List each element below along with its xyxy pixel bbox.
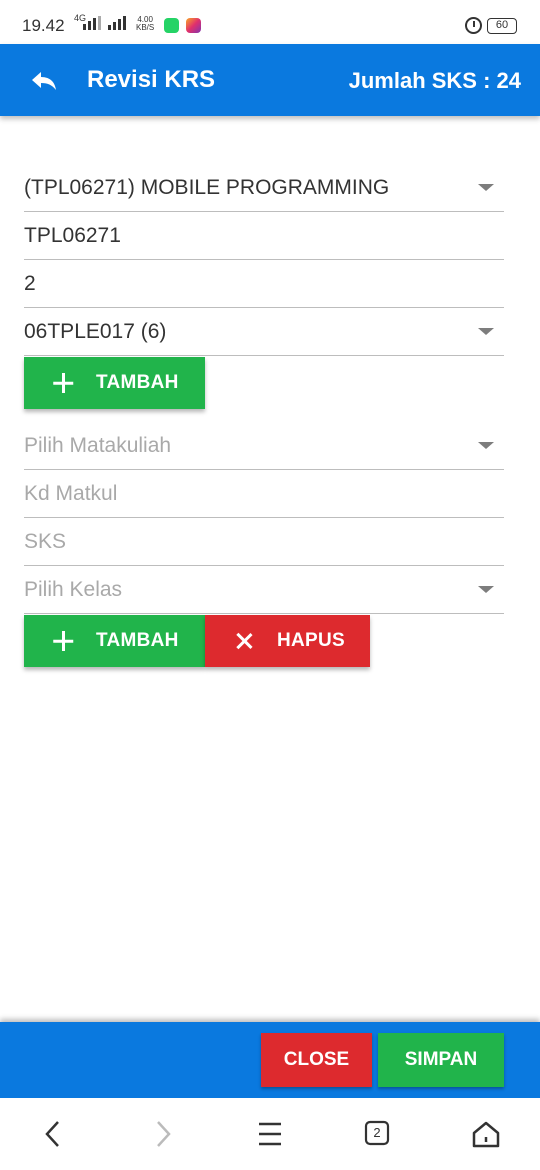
signal-icon-2 <box>108 16 126 30</box>
plus-icon <box>52 630 74 652</box>
course-placeholder: Pilih Matakuliah <box>24 434 172 457</box>
close-icon <box>233 630 255 652</box>
sks-field-empty[interactable]: SKS <box>24 518 504 566</box>
dropdown-arrow-icon <box>478 586 494 593</box>
status-bar: 19.42 4G 4.00 KB/S 60 <box>0 0 540 44</box>
sks-field[interactable]: 2 <box>24 260 504 308</box>
signal-icon <box>83 16 101 30</box>
back-button[interactable] <box>28 64 60 96</box>
menu-icon[interactable] <box>252 1116 288 1152</box>
plus-icon <box>52 372 74 394</box>
home-icon[interactable] <box>468 1116 504 1152</box>
course-select[interactable]: (TPL06271) MOBILE PROGRAMMING <box>24 164 504 212</box>
course-code-field-empty[interactable]: Kd Matkul <box>24 470 504 518</box>
tab-count: 2 <box>373 1125 381 1140</box>
close-button[interactable]: CLOSE <box>261 1033 372 1087</box>
dropdown-arrow-icon <box>478 184 494 191</box>
add-button[interactable]: TAMBAH <box>24 357 205 409</box>
navigation-bar: 2 <box>0 1098 540 1170</box>
delete-button[interactable]: HAPUS <box>205 615 370 667</box>
code-placeholder: Kd Matkul <box>24 482 118 505</box>
dropdown-arrow-icon <box>478 328 494 335</box>
network-speed: 4.00 KB/S <box>136 15 155 32</box>
whatsapp-icon <box>164 18 179 33</box>
add-button-2[interactable]: TAMBAH <box>24 615 205 667</box>
dialog-action-bar: CLOSE SIMPAN <box>0 1022 540 1098</box>
battery-icon: 60 <box>487 18 517 34</box>
class-select[interactable]: 06TPLE017 (6) <box>24 308 504 356</box>
class-placeholder: Pilih Kelas <box>24 578 123 601</box>
course-select-empty[interactable]: Pilih Matakuliah <box>24 422 504 470</box>
forward-arrow-icon[interactable] <box>144 1116 180 1152</box>
total-sks-label: Jumlah SKS : 24 <box>348 68 521 93</box>
app-bar: Revisi KRS Jumlah SKS : 24 <box>0 44 540 116</box>
delete-button-label: HAPUS <box>277 630 346 651</box>
page-title: Revisi KRS <box>87 66 216 93</box>
sks-value: 2 <box>24 272 36 295</box>
sks-placeholder: SKS <box>24 530 67 553</box>
save-button[interactable]: SIMPAN <box>378 1033 504 1087</box>
dropdown-arrow-icon <box>478 442 494 449</box>
tabs-button[interactable]: 2 <box>360 1116 396 1152</box>
class-select-empty[interactable]: Pilih Kelas <box>24 566 504 614</box>
course-select-value: (TPL06271) MOBILE PROGRAMMING <box>24 176 390 199</box>
reply-back-icon <box>32 72 56 90</box>
instagram-icon <box>186 18 201 33</box>
class-select-value: 06TPLE017 (6) <box>24 320 167 343</box>
course-code-field[interactable]: TPL06271 <box>24 212 504 260</box>
course-code-value: TPL06271 <box>24 224 121 247</box>
add-button-label: TAMBAH <box>96 630 179 651</box>
status-time: 19.42 <box>22 16 65 35</box>
add-button-label: TAMBAH <box>96 372 179 393</box>
back-arrow-icon[interactable] <box>36 1116 72 1152</box>
alarm-icon <box>465 17 482 34</box>
